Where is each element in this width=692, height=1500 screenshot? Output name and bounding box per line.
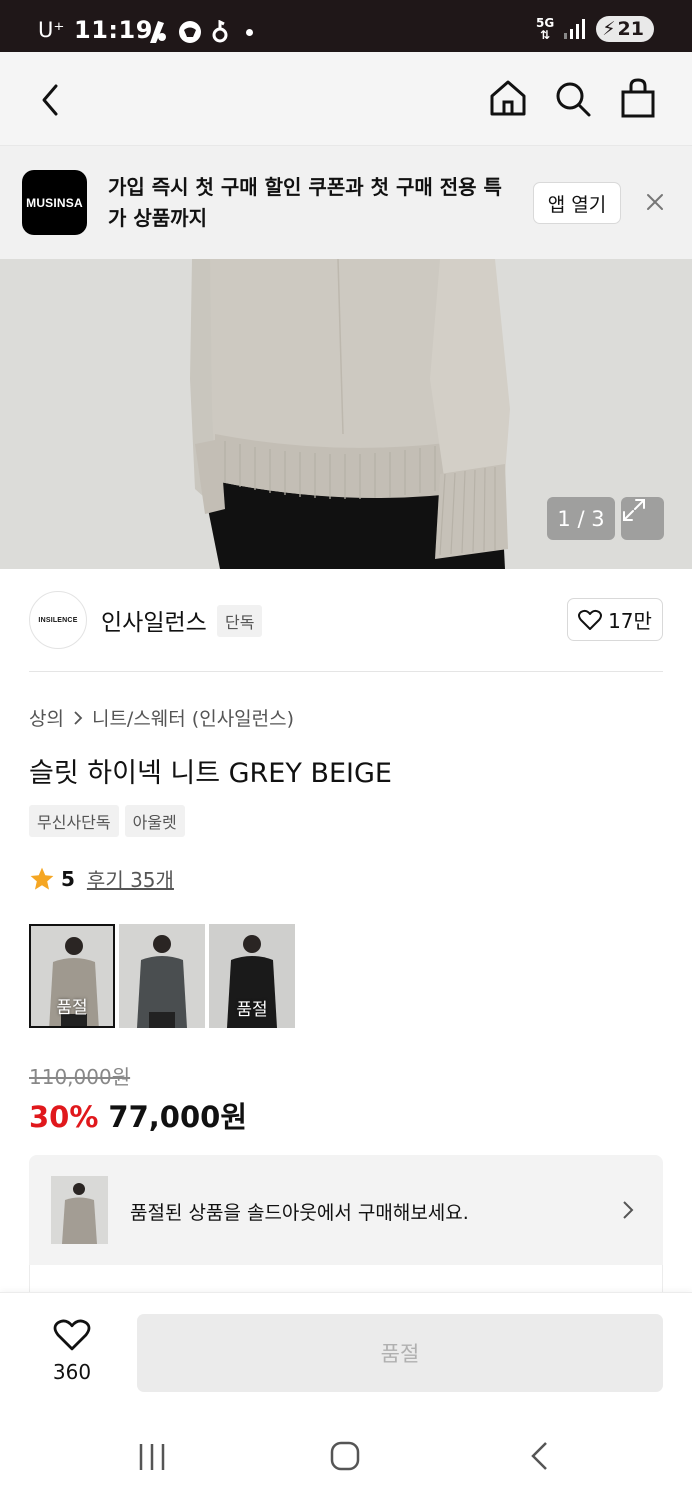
product-tags: 무신사단독 아울렛	[29, 805, 185, 837]
soldout-product-photo	[51, 1176, 108, 1244]
app-promo-banner: MUSINSA 가입 즉시 첫 구매 할인 쿠폰과 첫 구매 전용 특가 상품까…	[0, 146, 692, 259]
heart-icon	[53, 1319, 91, 1351]
network-5g-icon: 5G ⇅	[536, 16, 555, 42]
soldout-card-text: 품절된 상품을 솔드아웃에서 구매해보세요.	[130, 1202, 469, 1224]
home-icon[interactable]	[488, 78, 528, 118]
battery-indicator: ⚡ 21	[596, 16, 654, 42]
brand-logo[interactable]: INSILENCE	[29, 591, 87, 649]
expand-button[interactable]	[621, 497, 664, 540]
review-link[interactable]: 후기 35개	[87, 864, 174, 893]
status-bar: U⁺ 11:19 5G ⇅ ⚡ 21	[0, 0, 692, 52]
divider	[29, 671, 663, 672]
notification-app-icon	[150, 21, 166, 43]
variant-soldout-label: 품절	[56, 998, 88, 1018]
heart-icon	[578, 609, 603, 630]
rating-score: 5	[61, 866, 75, 891]
brand-name[interactable]: 인사일런스	[101, 603, 207, 637]
brand-row: INSILENCE 인사일런스 단독 17만	[0, 569, 692, 672]
system-navigation-bar	[0, 1410, 692, 1500]
sale-price: 77,000원	[108, 1100, 248, 1134]
soldout-buy-button[interactable]: 품절	[137, 1314, 663, 1392]
exclusive-badge: 단독	[217, 605, 263, 637]
signal-icon	[564, 19, 586, 39]
variant-photo	[119, 924, 205, 1028]
notification-app-icon	[212, 20, 228, 43]
carrier-label: U⁺	[38, 18, 65, 42]
recent-apps-icon[interactable]	[137, 1442, 167, 1472]
promo-text: 가입 즉시 첫 구매 할인 쿠폰과 첫 구매 전용 특가 상품까지	[108, 175, 502, 230]
wishlist-button[interactable]: 360	[36, 1318, 108, 1384]
variant-black[interactable]: 품절	[209, 924, 295, 1028]
wishlist-count: 360	[52, 1360, 92, 1384]
notification-app-icon	[179, 21, 201, 43]
brand-like-count: 17만	[608, 609, 652, 633]
tag-exclusive: 무신사단독	[29, 805, 119, 837]
brand-like-button[interactable]: 17만	[567, 598, 663, 641]
breadcrumb-category[interactable]: 상의	[29, 704, 64, 731]
breadcrumb: 상의 니트/스웨터 (인사일런스)	[29, 704, 294, 731]
price-row: 30% 77,000원	[29, 1094, 247, 1136]
content-card-edge	[29, 1265, 663, 1295]
chevron-right-icon	[74, 710, 83, 725]
battery-level: 21	[617, 18, 644, 40]
status-time: 11:19	[74, 16, 153, 44]
close-icon[interactable]	[645, 192, 665, 212]
discount-rate: 30%	[29, 1100, 99, 1134]
back-icon[interactable]	[528, 1441, 550, 1471]
bottom-action-bar: 360 품절	[0, 1292, 692, 1410]
breadcrumb-subcategory[interactable]: 니트/스웨터 (인사일런스)	[92, 704, 294, 731]
tag-outlet: 아울렛	[124, 805, 185, 837]
original-price: 110,000원	[29, 1065, 131, 1089]
search-icon[interactable]	[554, 80, 592, 118]
top-navigation	[0, 52, 692, 146]
variant-soldout-label: 품절	[236, 1000, 268, 1020]
product-title: 슬릿 하이넥 니트 GREY BEIGE	[29, 758, 392, 789]
image-counter: 1 / 3	[547, 497, 615, 540]
soldout-marketplace-card[interactable]: 품절된 상품을 솔드아웃에서 구매해보세요.	[29, 1155, 663, 1265]
variant-grey-beige[interactable]: 품절	[29, 924, 115, 1028]
more-notifications-dot	[246, 28, 253, 36]
chevron-left-icon[interactable]	[36, 82, 64, 118]
musinsa-logo: MUSINSA	[22, 170, 87, 235]
charging-icon: ⚡	[602, 18, 616, 40]
notification-icons	[146, 19, 253, 45]
status-right: 5G ⇅ ⚡ 21	[536, 16, 654, 42]
product-image-carousel[interactable]: 1 / 3	[0, 259, 692, 569]
color-variants: 품절 품절	[29, 924, 295, 1028]
home-button-icon[interactable]	[330, 1441, 360, 1471]
rating: 5 후기 35개	[29, 864, 174, 893]
soldout-thumbnail	[51, 1176, 108, 1244]
star-icon	[30, 867, 54, 890]
expand-icon	[623, 499, 645, 521]
variant-charcoal[interactable]	[119, 924, 205, 1028]
shopping-bag-icon[interactable]	[620, 78, 656, 118]
open-app-button[interactable]: 앱 열기	[533, 182, 621, 224]
chevron-right-icon	[623, 1201, 634, 1219]
